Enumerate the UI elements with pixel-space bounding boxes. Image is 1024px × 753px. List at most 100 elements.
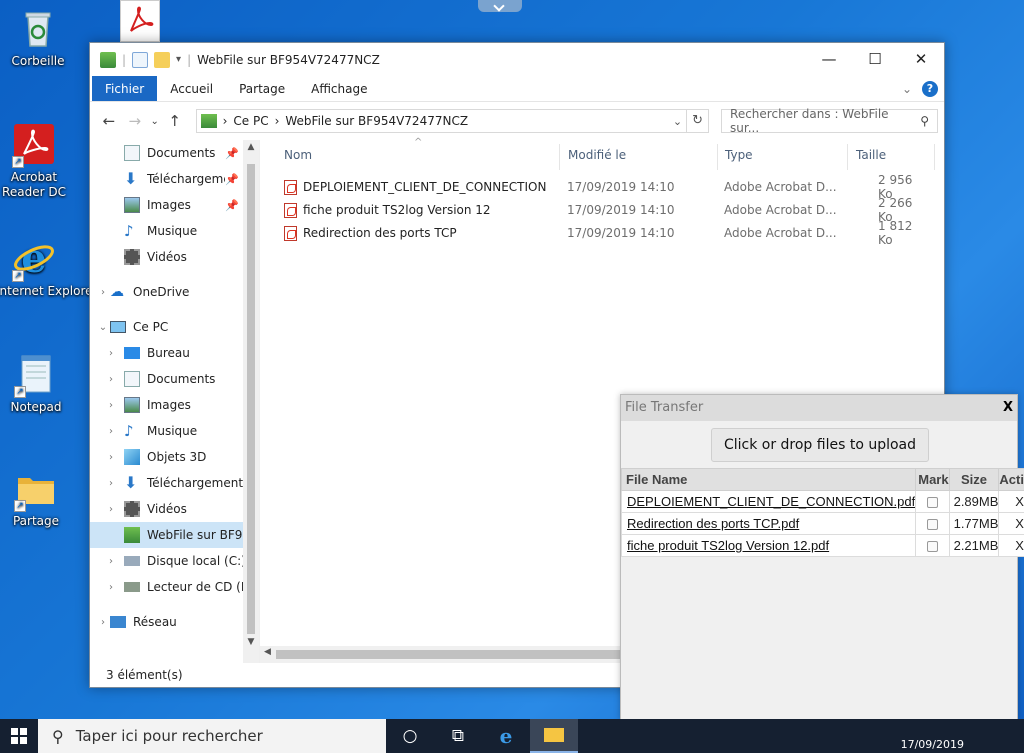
nav-item-telechargements[interactable]: ⬇ Téléchargements 📌 [90,166,259,192]
file-link[interactable]: Redirection des ports TCP.pdf [620,512,917,535]
column-type[interactable]: Type [725,148,753,162]
forward-button[interactable]: → [122,112,148,130]
delete-action-button[interactable]: X [998,534,1024,557]
nav-label: Disque local (C:) [147,554,246,568]
nav-item-bureau[interactable]: › Bureau [90,340,259,366]
back-button[interactable]: ← [96,112,122,130]
file-row[interactable]: DEPLOIEMENT_CLIENT_DE_CONNECTION 17/09/2… [284,173,928,201]
chevron-right-icon[interactable]: › [96,617,110,628]
delete-action-button[interactable]: X [998,490,1024,513]
desktop-icon-notepad[interactable]: ↗ Notepad [0,352,74,415]
mark-checkbox[interactable] [926,519,938,531]
taskbar-edge-button[interactable]: e [482,719,530,753]
chevron-right-icon[interactable]: › [104,582,118,593]
nav-scrollbar[interactable]: ▲ ▼ [243,140,259,663]
column-nom[interactable]: Nom [284,148,312,162]
file-row[interactable]: Redirection des ports TCP 17/09/2019 14:… [284,219,928,247]
breadcrumb-ce-pc[interactable]: Ce PC [233,114,268,128]
pdf-desktop-icon[interactable] [120,0,160,42]
chevron-right-icon[interactable]: › [104,374,118,385]
chevron-right-icon[interactable]: › [96,287,110,298]
file-link[interactable]: DEPLOIEMENT_CLIENT_DE_CONNECTION.pdf [620,490,917,513]
nav-item-objets-3d[interactable]: › Objets 3D [90,444,259,470]
nav-item-musique[interactable]: ♪ Musique [90,218,259,244]
file-row[interactable]: fiche produit TS2log Version 12 17/09/20… [284,196,928,224]
music-icon: ♪ [124,422,134,440]
upload-dropzone-button[interactable]: Click or drop files to upload [711,428,929,462]
nav-item-lecteur-cd[interactable]: › Lecteur de CD (D:) [90,574,259,600]
scroll-up-icon[interactable]: ▲ [243,142,259,158]
nav-item-reseau[interactable]: › Réseau [90,609,259,635]
help-icon[interactable]: ? [922,80,938,97]
mark-checkbox[interactable] [926,497,938,509]
file-transfer-close-button[interactable]: X [1003,395,1013,421]
nav-item-disque-local[interactable]: › Disque local (C:) [90,548,259,574]
document-icon [124,145,140,161]
tab-fichier[interactable]: Fichier [92,76,158,101]
desktop-icon-partage[interactable]: ↗ Partage [0,466,74,529]
nav-item-images-pc[interactable]: › Images [90,392,259,418]
scroll-thumb[interactable] [276,650,626,659]
properties-icon[interactable] [132,51,149,68]
nav-item-onedrive[interactable]: › ☁ OneDrive [90,279,259,305]
tab-accueil[interactable]: Accueil [157,76,226,101]
start-button[interactable] [0,719,38,753]
breadcrumb-current[interactable]: WebFile sur BF954V72477NCZ [285,114,468,128]
desktop-icon-label: Corbeille [11,54,65,68]
desktop-icon-internet-explorer[interactable]: e ↗ Internet Explorer [0,235,97,299]
desktop-icon-acrobat[interactable]: ↗ Acrobat Reader DC [0,122,72,200]
delete-action-button[interactable]: X [998,512,1024,535]
nav-item-videos-pc[interactable]: › Vidéos [90,496,259,522]
recent-locations-icon[interactable]: ⌄ [148,116,162,127]
taskbar-explorer-button[interactable] [530,719,578,753]
desktop-icon-recycle-bin[interactable]: Corbeille [0,6,76,69]
table-row: Redirection des ports TCP.pdf 1.77MB X [620,512,1024,535]
maximize-button[interactable]: ☐ [852,43,898,76]
chevron-right-icon[interactable]: › [104,348,118,359]
expand-ribbon-icon[interactable]: ⌄ [902,82,912,96]
chevron-right-icon[interactable]: › [104,478,118,489]
chevron-right-icon[interactable]: › [104,400,118,411]
mark-checkbox[interactable] [926,541,938,553]
file-size: 1.77MB [948,512,1000,535]
clock[interactable]: 17/09/2019 [901,738,1024,753]
tab-partage[interactable]: Partage [226,76,298,101]
nav-item-telechargements-pc[interactable]: › ⬇ Téléchargements [90,470,259,496]
task-view-icon[interactable]: ⧉ [434,719,482,753]
chevron-right-icon[interactable]: › [104,556,118,567]
scroll-left-icon[interactable]: ◀ [264,647,271,657]
column-taille[interactable]: Taille [856,148,886,162]
taskbar-search-box[interactable]: ⚲ Taper ici pour rechercher [38,719,386,753]
chevron-right-icon[interactable]: › [104,452,118,463]
close-button[interactable]: ✕ [898,43,944,76]
chevron-down-icon[interactable]: ⌄ [96,322,110,333]
scroll-down-icon[interactable]: ▼ [243,637,259,653]
customize-toolbar-icon[interactable]: ▾ [176,54,181,65]
scroll-thumb[interactable] [247,164,255,634]
nav-item-videos[interactable]: Vidéos [90,244,259,270]
file-transfer-title-bar: File Transfer X [621,395,1017,421]
nav-item-ce-pc[interactable]: ⌄ Ce PC [90,314,259,340]
tab-affichage[interactable]: Affichage [298,76,380,101]
up-button[interactable]: ↑ [162,112,188,130]
window-title: WebFile sur BF954V72477NCZ [197,52,380,67]
video-icon [124,501,140,517]
nav-item-documents[interactable]: Documents 📌 [90,140,259,166]
nav-item-musique-pc[interactable]: › ♪ Musique [90,418,259,444]
address-bar[interactable]: › Ce PC › WebFile sur BF954V72477NCZ ⌄ [195,109,688,133]
refresh-button[interactable]: ↻ [687,109,710,133]
search-input[interactable]: Rechercher dans : WebFile sur... ⚲ [721,107,939,135]
minimize-button[interactable]: — [806,43,852,76]
file-size: 1 812 Ko [878,219,913,247]
remote-toolbar-handle[interactable] [478,0,522,12]
chevron-right-icon[interactable]: › [104,426,118,437]
nav-item-documents-pc[interactable]: › Documents [90,366,259,392]
column-modifie-le[interactable]: Modifié le [568,148,626,162]
nav-item-webfile[interactable]: WebFile sur BF954V72477NCZ [90,522,259,548]
address-dropdown-icon[interactable]: ⌄ [673,115,682,128]
new-folder-icon[interactable] [154,51,171,68]
nav-item-images[interactable]: Images 📌 [90,192,259,218]
chevron-right-icon[interactable]: › [104,504,118,515]
file-link[interactable]: fiche produit TS2log Version 12.pdf [620,534,917,557]
task-view-button[interactable]: ○ [386,719,434,753]
